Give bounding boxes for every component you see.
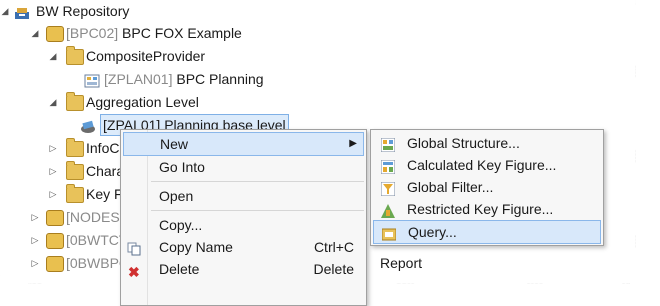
bw-repository-icon	[14, 4, 30, 19]
zplan01-label: [ZPLAN01] BPC Planning	[104, 71, 264, 87]
submenu-item-calculated-key-figure[interactable]: Calculated Key Figure...	[373, 154, 599, 176]
folder-icon	[66, 161, 84, 180]
expand-arrow-icon[interactable]: ▷	[48, 137, 58, 159]
collapse-arrow-icon[interactable]: ◢	[0, 0, 10, 22]
query-icon	[381, 225, 397, 241]
global-filter-icon	[380, 180, 396, 197]
menu-item-open[interactable]: Open	[121, 185, 366, 207]
package-icon	[46, 233, 64, 249]
characteristic-label: Chara	[86, 163, 125, 179]
menu-item-delete-label: Delete	[159, 261, 200, 277]
context-menu: New ▶ Go Into Open Copy... Copy Name Ctr…	[120, 129, 367, 306]
query-label: Query...	[408, 224, 457, 240]
submenu-item-query[interactable]: Query...	[373, 220, 601, 244]
expand-arrow-icon[interactable]: ▷	[30, 252, 40, 274]
composite-provider-icon	[84, 72, 100, 88]
copy-icon	[127, 240, 141, 256]
folder-icon	[66, 46, 84, 65]
menu-item-new[interactable]: New ▶	[123, 132, 364, 156]
global-filter-label: Global Filter...	[407, 179, 494, 195]
delete-shortcut: Delete	[313, 261, 354, 277]
menu-item-copy[interactable]: Copy...	[121, 214, 366, 236]
menu-separator	[151, 210, 364, 211]
package-icon	[46, 256, 64, 272]
delete-icon: ✖	[128, 264, 140, 280]
calculated-key-figure-icon	[380, 158, 396, 175]
global-structure-icon	[380, 136, 396, 153]
submenu-item-restricted-key-figure[interactable]: Restricted Key Figure...	[373, 198, 599, 220]
menu-item-delete[interactable]: ✖ Delete Delete	[121, 258, 366, 280]
submenu-item-global-structure[interactable]: Global Structure...	[373, 132, 599, 154]
submenu-item-report[interactable]: Report	[380, 252, 422, 274]
aggregation-level-icon	[80, 118, 96, 133]
menu-item-copy-label: Copy...	[159, 217, 203, 233]
expand-arrow-icon[interactable]: ▷	[48, 160, 58, 182]
menu-item-copy-name-label: Copy Name	[159, 239, 233, 255]
calculated-key-figure-label: Calculated Key Figure...	[407, 157, 557, 173]
restricted-key-figure-label: Restricted Key Figure...	[407, 201, 554, 217]
submenu-arrow-icon: ▶	[349, 138, 357, 149]
new-submenu: Global Structure... Calculated Key Figur…	[370, 129, 604, 246]
project-package-icon	[46, 26, 64, 42]
folder-icon	[66, 92, 84, 111]
global-structure-label: Global Structure...	[407, 135, 520, 151]
menu-separator	[151, 181, 364, 182]
tree-root-label: BW Repository	[36, 3, 130, 19]
collapse-arrow-icon[interactable]: ◢	[30, 22, 40, 44]
copy-name-shortcut: Ctrl+C	[313, 239, 354, 255]
aggregation-level-label: Aggregation Level	[86, 94, 199, 110]
menu-item-copy-name[interactable]: Copy Name Ctrl+C	[121, 236, 366, 258]
0bwtct-label: [0BWTCT	[66, 232, 128, 248]
expand-arrow-icon[interactable]: ▷	[48, 183, 58, 205]
menu-item-new-label: New	[160, 136, 189, 152]
menu-item-open-label: Open	[159, 188, 194, 204]
collapse-arrow-icon[interactable]: ◢	[48, 45, 58, 67]
nodes-label: [NODESI	[66, 209, 124, 225]
restricted-key-figure-icon	[381, 202, 395, 218]
menu-item-go-into[interactable]: Go Into	[121, 156, 366, 178]
package-icon	[46, 210, 64, 226]
compositeprovider-label: CompositeProvider	[86, 48, 206, 64]
menu-item-go-into-label: Go Into	[159, 159, 205, 175]
submenu-item-global-filter[interactable]: Global Filter...	[373, 176, 599, 198]
collapse-arrow-icon[interactable]: ◢	[48, 91, 58, 113]
folder-icon	[66, 138, 84, 157]
expand-arrow-icon[interactable]: ▷	[30, 206, 40, 228]
folder-icon	[66, 184, 84, 203]
project-label: [BPC02] BPC FOX Example	[66, 25, 242, 41]
expand-arrow-icon[interactable]: ▷	[30, 229, 40, 251]
